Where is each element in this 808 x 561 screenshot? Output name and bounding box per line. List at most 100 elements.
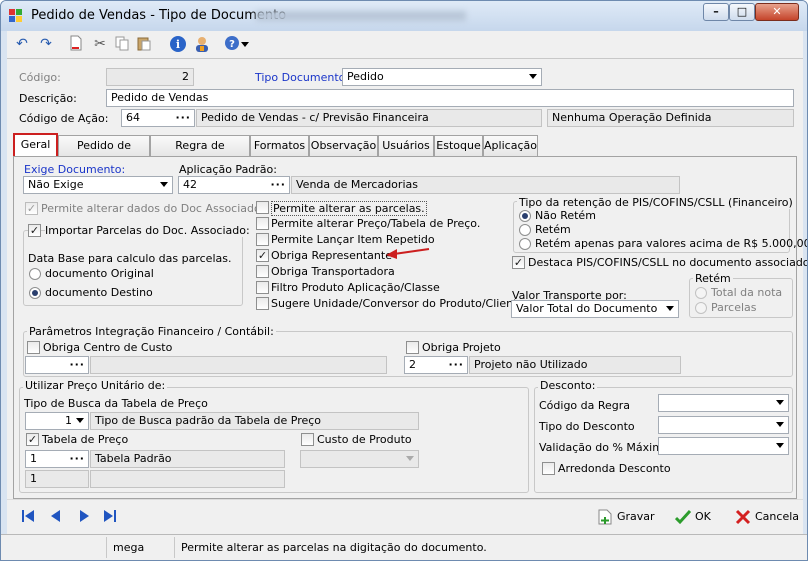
cut-icon[interactable]: ✂ — [91, 35, 109, 53]
close-icon: ✕ — [772, 5, 782, 18]
cancela-button[interactable]: Cancela — [733, 506, 799, 528]
title-bar[interactable]: Pedido de Vendas - Tipo de Documento – □… — [1, 1, 807, 31]
exige-documento-label: Exige Documento: — [24, 163, 126, 176]
tabela-preco-input[interactable]: 1 ··· — [25, 450, 89, 468]
info-icon[interactable]: i — [169, 35, 187, 53]
last-record-icon[interactable] — [103, 508, 117, 524]
ok-button[interactable]: OK — [673, 506, 725, 528]
permite-alterar-preco-checkbox[interactable] — [256, 217, 269, 230]
user-icon[interactable] — [193, 35, 211, 53]
tabela-preco-checkbox[interactable]: ✓ — [26, 433, 39, 446]
radio-nao-retem[interactable] — [519, 210, 531, 222]
lookup-dots-icon[interactable]: ··· — [69, 357, 85, 373]
app-icon — [9, 9, 22, 22]
valor-transporte-select[interactable]: Valor Total do Documento — [511, 300, 679, 318]
close-button[interactable]: ✕ — [755, 3, 799, 21]
permite-alterar-dados-checkbox[interactable]: ✓ — [25, 202, 38, 215]
radio-nao-retem-label: Não Retém — [535, 209, 596, 222]
obriga-projeto-checkbox[interactable] — [406, 341, 419, 354]
tab-observacao[interactable]: Observação — [309, 135, 378, 156]
maximize-icon: □ — [736, 5, 748, 18]
lookup-dots-icon[interactable]: ··· — [69, 451, 85, 467]
chevron-down-icon — [406, 456, 414, 461]
new-document-icon[interactable] — [67, 35, 85, 53]
codigo-acao-input[interactable]: 64 ··· — [121, 109, 195, 127]
radio-parcelas[interactable] — [695, 302, 707, 314]
next-record-icon[interactable] — [77, 508, 91, 524]
permite-alterar-parcelas-checkbox[interactable] — [256, 201, 269, 214]
arredonda-desconto-checkbox[interactable] — [542, 462, 555, 475]
desconto-title: Desconto: — [538, 379, 598, 392]
chevron-down-icon — [529, 74, 537, 79]
data-base-label: Data Base para calculo das parcelas. — [28, 252, 232, 265]
gravar-label: Gravar — [617, 510, 655, 523]
radio-retem[interactable] — [519, 224, 531, 236]
lookup-dots-icon[interactable]: ··· — [270, 177, 286, 193]
obriga-transportadora-checkbox[interactable] — [256, 265, 269, 278]
tab-regra-de-validacao[interactable]: Regra de Validação — [150, 135, 250, 171]
permite-alterar-parcelas-label: Permite alterar as parcelas. — [271, 201, 427, 216]
exige-documento-select[interactable]: Não Exige — [23, 176, 173, 194]
previous-record-icon[interactable] — [49, 508, 63, 524]
centro-custo-input[interactable]: ··· — [25, 356, 89, 374]
undo-icon[interactable]: ↶ — [13, 35, 31, 53]
custo-produto-select[interactable] — [300, 450, 419, 468]
codigo-regra-select[interactable] — [658, 394, 789, 412]
paste-icon[interactable] — [135, 35, 153, 53]
red-arrow-annotation — [386, 248, 430, 259]
codigo-acao-label: Código de Ação: — [19, 112, 109, 125]
redo-icon[interactable]: ↷ — [37, 35, 55, 53]
codigo-regra-label: Código da Regra — [539, 399, 631, 412]
tab-aplicacao[interactable]: Aplicação — [483, 135, 538, 156]
tabela-preco-extra-field: 1 — [25, 470, 89, 488]
destaca-pis-checkbox[interactable]: ✓ — [512, 256, 525, 269]
help-dropdown-icon[interactable] — [241, 35, 251, 53]
filtro-produto-checkbox[interactable] — [256, 281, 269, 294]
radio-documento-original[interactable] — [29, 268, 41, 280]
obriga-projeto-label: Obriga Projeto — [422, 341, 501, 354]
sugere-unidade-checkbox[interactable] — [256, 297, 269, 310]
radio-documento-destino[interactable] — [29, 287, 41, 299]
tab-pedido-de-venda[interactable]: Pedido de Venda — [58, 135, 150, 171]
status-bar: mega Permite alterar as parcelas na digi… — [1, 534, 807, 560]
radio-retem-acima-label: Retém apenas para valores acima de R$ 5.… — [535, 237, 808, 250]
lookup-dots-icon[interactable]: ··· — [448, 357, 464, 373]
minimize-icon: – — [713, 5, 719, 18]
descricao-input[interactable]: Pedido de Vendas — [106, 89, 794, 107]
tab-estoque[interactable]: Estoque — [434, 135, 483, 156]
help-icon[interactable]: ? — [223, 35, 241, 53]
validacao-maximo-select[interactable] — [658, 437, 789, 455]
tipo-desconto-select[interactable] — [658, 416, 789, 434]
tab-formatos[interactable]: Formatos — [250, 135, 309, 156]
importar-parcelas-checkbox[interactable]: ✓ — [28, 224, 41, 237]
tipo-documento-select[interactable]: Pedido — [342, 68, 542, 86]
gravar-button[interactable]: Gravar — [595, 506, 665, 528]
retencao-title: Tipo da retenção de PIS/COFINS/CSLL (Fin… — [517, 196, 795, 209]
tab-geral[interactable]: Geral — [13, 133, 58, 157]
obriga-centro-custo-checkbox[interactable] — [27, 341, 40, 354]
permite-lancar-item-repetido-checkbox[interactable] — [256, 233, 269, 246]
custo-produto-checkbox[interactable] — [301, 433, 314, 446]
radio-retem-acima[interactable] — [519, 238, 531, 250]
obriga-centro-custo-label: Obriga Centro de Custo — [43, 341, 173, 354]
tab-usuarios[interactable]: Usuários — [378, 135, 434, 156]
tipo-busca-select[interactable]: 1 — [25, 412, 89, 430]
first-record-icon[interactable] — [21, 508, 35, 524]
aplicacao-padrao-value: 42 — [183, 178, 197, 191]
minimize-button[interactable]: – — [703, 3, 729, 21]
radio-documento-original-label: documento Original — [45, 267, 154, 280]
svg-text:?: ? — [229, 39, 235, 50]
operacao-description: Nenhuma Operação Definida — [547, 109, 794, 127]
obriga-representante-checkbox[interactable]: ✓ — [256, 249, 269, 262]
maximize-button[interactable]: □ — [729, 3, 755, 21]
tabela-preco-extra-description — [90, 470, 285, 488]
status-message: Permite alterar as parcelas na digitação… — [181, 541, 487, 554]
aplicacao-padrao-input[interactable]: 42 ··· — [178, 176, 290, 194]
radio-total-da-nota[interactable] — [695, 287, 707, 299]
lookup-dots-icon[interactable]: ··· — [175, 110, 191, 126]
save-icon — [598, 509, 612, 525]
copy-icon[interactable] — [113, 35, 131, 53]
radio-retem-label: Retém — [535, 223, 571, 236]
projeto-input[interactable]: 2 ··· — [404, 356, 468, 374]
tabela-preco-label: Tabela de Preço — [42, 433, 129, 446]
